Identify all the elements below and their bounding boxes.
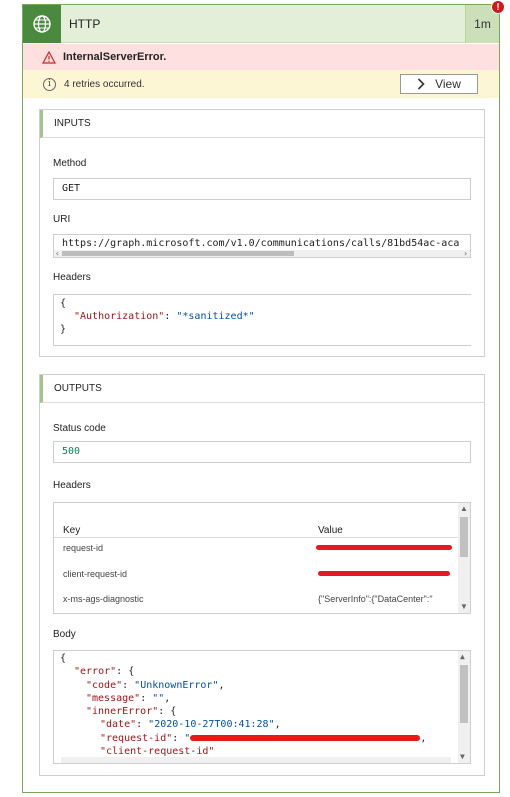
json-key-message: "message" [86,692,141,704]
json-key-code: "code" [86,679,123,691]
action-title: HTTP [69,17,101,31]
json-close-brace: } [60,324,67,335]
method-label: Method [53,158,87,169]
method-field[interactable]: GET [53,178,471,200]
json-open-brace: { [60,653,67,664]
retry-info-banner: i 4 retries occurred. View [23,70,499,98]
header-divider [54,537,458,538]
redaction-mark [316,545,452,550]
uri-label: URI [53,214,71,225]
json-key-authorization: "Authorization" [74,311,165,322]
status-code-label: Status code [53,423,106,434]
uri-field[interactable]: https://graph.microsoft.com/v1.0/communi… [53,234,471,258]
scroll-right-icon[interactable]: › [463,250,468,258]
action-header[interactable]: HTTP 1m [23,5,499,43]
globe-icon [33,15,51,33]
body-scrollbar[interactable]: ▲ ▼ [458,651,470,763]
body-scroll-thumb[interactable] [460,665,468,723]
redaction-mark [318,571,450,576]
error-status-badge: ! [491,0,505,14]
json-value-date: "2020-10-27T00:41:28" [148,719,275,731]
method-value: GET [62,183,81,194]
json-open-brace: { [60,298,67,309]
table-row-key: request-id [63,543,104,553]
input-headers-field[interactable]: { "Authorization": "*sanitized*" } [53,294,471,346]
table-row-key: client-request-id [63,569,128,579]
output-headers-label: Headers [53,480,91,491]
scroll-up-icon[interactable]: ▲ [460,505,468,513]
json-value-message: "" [152,692,165,704]
json-key-date: "date" [100,719,137,731]
json-value-code: "UnknownError" [134,679,219,691]
headers-scrollbar[interactable]: ▲ ▼ [458,503,470,613]
headers-label: Headers [53,272,91,283]
table-row-key: x-ms-ags-diagnostic [63,594,144,604]
json-key-error: "error" [74,666,117,678]
json-key-request-id: "request-id" [100,732,173,744]
output-headers-table[interactable]: Key Value request-id client-request-id x… [53,502,471,614]
scroll-up-icon[interactable]: ▲ [460,653,465,661]
view-retries-button[interactable]: View [400,74,478,94]
inputs-header[interactable]: INPUTS [40,110,484,138]
table-row-value: {"ServerInfo":{"DataCenter":" [318,594,433,604]
outputs-header[interactable]: OUTPUTS [40,375,484,403]
col-value-header: Value [318,525,343,536]
info-icon: i [43,77,56,91]
status-code-field[interactable]: 500 [53,441,471,463]
json-key-innererror: "innerError" [86,706,159,718]
status-code-value: 500 [62,446,81,457]
redaction-mark [190,734,421,741]
uri-scroll-thumb[interactable] [62,251,294,256]
json-value-sanitized: "*sanitized*" [176,311,255,322]
inputs-section: INPUTS Method GET URI https://graph.micr… [39,109,485,357]
uri-value: https://graph.microsoft.com/v1.0/communi… [62,238,460,249]
json-key-client-request-id: "client-request-id" [100,746,215,758]
action-card: HTTP 1m InternalServerError. i 4 retries… [22,4,500,793]
col-key-header: Key [63,525,81,536]
scroll-down-icon[interactable]: ▼ [460,603,468,611]
body-hscroll[interactable] [61,757,451,763]
headers-scroll-thumb[interactable] [460,517,468,557]
error-banner: InternalServerError. [23,44,499,70]
scroll-left-icon[interactable]: ‹ [55,250,60,258]
retry-message: 4 retries occurred. [64,78,145,90]
chevron-right-icon [418,78,425,90]
uri-scrollbar[interactable]: ‹ › [54,250,470,257]
outputs-section: OUTPUTS Status code 500 Headers Key Valu… [39,374,485,776]
error-message: InternalServerError. [63,51,167,63]
http-action-icon [23,5,61,43]
warning-icon [41,50,57,64]
scroll-down-icon[interactable]: ▼ [460,753,465,761]
body-field[interactable]: { "error": { "code": "UnknownError", "me… [53,650,471,764]
json-colon: : [164,311,171,322]
body-label: Body [53,629,76,640]
view-label: View [435,77,461,91]
